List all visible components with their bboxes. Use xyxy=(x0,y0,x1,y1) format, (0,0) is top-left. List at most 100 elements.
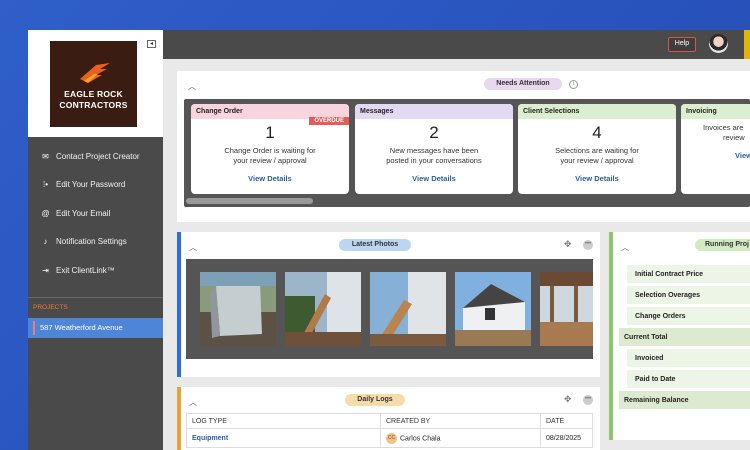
card-count: 2 xyxy=(429,123,439,142)
needs-attention-panel: ︿ Needs Attention i Change Order OVERDUE… xyxy=(177,71,750,222)
table-row[interactable]: Equipment CC Carlos Chala 08/28/2025 xyxy=(186,428,593,448)
log-type-cell[interactable]: Equipment xyxy=(186,428,381,448)
sidebar-item-label: Edit Your Password xyxy=(56,180,126,190)
running-project-title: Running Proj xyxy=(695,239,750,251)
projects-heading: PROJECTS xyxy=(33,303,68,311)
running-row: Invoiced xyxy=(627,349,750,368)
sidebar-item-email[interactable]: @ Edit Your Email xyxy=(28,199,163,228)
running-row-total: Current Total xyxy=(619,328,750,347)
top-bar: Help xyxy=(163,30,750,59)
user-avatar[interactable] xyxy=(709,34,728,53)
log-type-link[interactable]: Equipment xyxy=(192,435,228,442)
column-header[interactable]: LOG TYPE xyxy=(186,413,381,429)
creator-name: Carlos Chala xyxy=(400,434,441,442)
created-by-cell: CC Carlos Chala xyxy=(380,428,541,448)
sidebar-item-label: Notification Settings xyxy=(56,237,127,247)
chevron-up-icon[interactable]: ︿ xyxy=(188,81,196,92)
running-row: Selection Overages xyxy=(627,286,750,305)
creator-avatar: CC xyxy=(386,432,397,444)
needs-attention-cards: Change Order OVERDUE 1 Change Order is w… xyxy=(184,99,750,207)
card-desc-line: Selections are waiting for xyxy=(555,146,639,155)
photo-thumbnail[interactable] xyxy=(285,272,361,346)
sidebar-divider xyxy=(28,296,163,298)
sidebar: EAGLE ROCK CONTRACTORS ◂ ✉ Contact Proje… xyxy=(28,30,163,450)
company-logo: EAGLE ROCK CONTRACTORS xyxy=(50,41,137,127)
logo-line1: EAGLE ROCK xyxy=(64,89,123,99)
view-details-link[interactable]: View xyxy=(681,151,750,160)
photo-strip xyxy=(186,259,593,359)
chevron-up-icon[interactable]: ︿ xyxy=(621,242,629,253)
chevron-up-icon[interactable]: ︿ xyxy=(189,397,197,408)
latest-photos-panel: ︿ Latest Photos ✥ ••• xyxy=(177,232,600,377)
card-desc-line: Invoices are xyxy=(703,123,744,132)
logo-area: EAGLE ROCK CONTRACTORS ◂ xyxy=(28,30,163,137)
sidebar-item-notifications[interactable]: ♪ Notification Settings xyxy=(28,228,163,257)
column-header[interactable]: CREATED BY xyxy=(380,413,541,429)
eagle-logo-icon xyxy=(79,63,110,83)
card-desc-line: Change Order is waiting for xyxy=(224,146,316,155)
card-description: Change Order is waiting for your review … xyxy=(191,146,349,168)
card-count: 4 xyxy=(592,123,602,142)
card-messages[interactable]: Messages 2 New messages have been posted… xyxy=(355,104,513,194)
sidebar-menu: ✉ Contact Project Creator ⁞• Edit Your P… xyxy=(28,137,163,285)
bell-icon: ♪ xyxy=(43,237,48,247)
card-header: Messages xyxy=(355,104,513,119)
card-desc-line: posted in your conversations xyxy=(386,156,482,165)
view-details-link[interactable]: View Details xyxy=(518,174,676,183)
sidebar-item-password[interactable]: ⁞• Edit Your Password xyxy=(28,171,163,200)
more-options-icon[interactable]: ••• xyxy=(583,240,593,250)
sidebar-item-exit[interactable]: ⇥ Exit ClientLink™ xyxy=(28,256,163,285)
card-count: 1 xyxy=(265,123,275,142)
card-change-order[interactable]: Change Order OVERDUE 1 Change Order is w… xyxy=(191,104,349,194)
card-desc-line: review xyxy=(723,133,745,142)
card-header: Client Selections xyxy=(518,104,676,119)
card-desc-line: your review / approval xyxy=(233,156,307,165)
logo-line2: CONTRACTORS xyxy=(59,100,128,110)
sidebar-item-label: Exit ClientLink™ xyxy=(56,265,115,275)
needs-attention-title: Needs Attention xyxy=(484,78,562,90)
horizontal-scrollbar[interactable] xyxy=(186,198,313,204)
card-invoicing[interactable]: Invoicing Invoices are review View xyxy=(681,104,750,194)
running-row: Change Orders xyxy=(627,307,750,326)
at-icon: @ xyxy=(41,208,50,218)
password-icon: ⁞• xyxy=(42,180,49,190)
collapse-sidebar-icon[interactable]: ◂ xyxy=(147,40,156,48)
running-project-panel: ︿ Running Proj Initial Contract Price Se… xyxy=(609,232,750,440)
running-row-total: Remaining Balance xyxy=(619,391,750,410)
help-button[interactable]: Help xyxy=(668,37,696,52)
card-description: Selections are waiting for your review /… xyxy=(518,146,676,168)
sidebar-item-label: Contact Project Creator xyxy=(56,151,140,161)
latest-photos-title: Latest Photos xyxy=(339,239,411,251)
top-edge-accent xyxy=(744,30,750,59)
card-header: Invoicing xyxy=(681,104,750,119)
chevron-up-icon[interactable]: ︿ xyxy=(189,242,197,253)
running-row: Paid to Date xyxy=(627,370,750,389)
card-client-selections[interactable]: Client Selections 4 Selections are waiti… xyxy=(518,104,676,194)
envelope-icon: ✉ xyxy=(42,151,49,161)
column-header[interactable]: DATE xyxy=(540,413,593,429)
overdue-badge: OVERDUE xyxy=(309,117,349,125)
move-icon[interactable]: ✥ xyxy=(564,239,572,250)
view-details-link[interactable]: View Details xyxy=(355,174,513,183)
sidebar-item-contact[interactable]: ✉ Contact Project Creator xyxy=(28,142,163,171)
move-icon[interactable]: ✥ xyxy=(564,394,572,405)
table-header-row: LOG TYPE CREATED BY DATE xyxy=(186,413,593,429)
photo-thumbnail[interactable] xyxy=(540,272,593,346)
sidebar-item-label: Edit Your Email xyxy=(56,208,111,218)
running-row: Initial Contract Price xyxy=(627,265,750,284)
card-desc-line: New messages have been xyxy=(389,146,479,155)
more-options-icon[interactable]: ••• xyxy=(583,395,593,405)
card-description: New messages have been posted in your co… xyxy=(355,146,513,168)
card-desc-line: your review / approval xyxy=(560,156,634,165)
daily-logs-table: LOG TYPE CREATED BY DATE Equipment CC Car… xyxy=(186,413,593,448)
sidebar-project-item[interactable]: 587 Weatherford Avenue xyxy=(28,317,163,338)
date-cell: 08/28/2025 xyxy=(540,428,593,448)
photo-thumbnail[interactable] xyxy=(200,272,276,346)
photo-thumbnail[interactable] xyxy=(455,272,531,346)
daily-logs-title: Daily Logs xyxy=(345,394,405,406)
exit-icon: ⇥ xyxy=(42,265,49,275)
info-icon[interactable]: i xyxy=(569,80,578,89)
card-description: Invoices are review xyxy=(681,123,750,145)
view-details-link[interactable]: View Details xyxy=(191,174,349,183)
photo-thumbnail[interactable] xyxy=(370,272,446,346)
